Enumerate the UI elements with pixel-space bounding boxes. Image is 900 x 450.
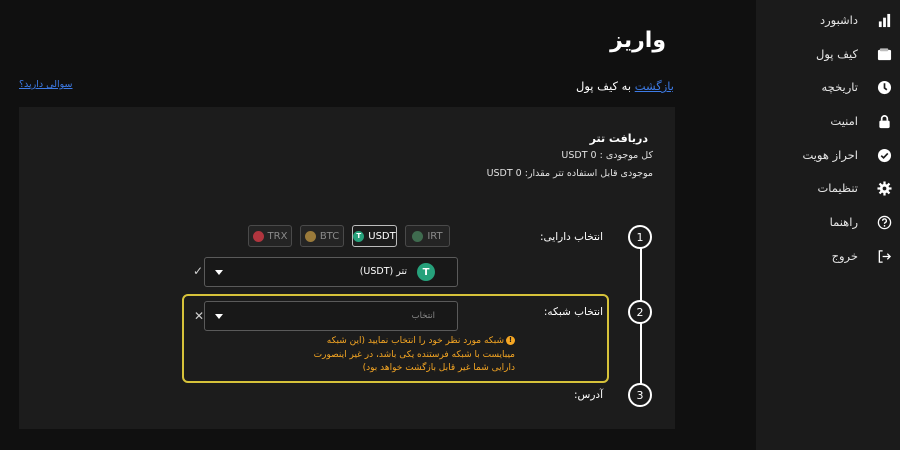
sidebar-item-label: راهنما [829, 215, 858, 229]
help-question-link[interactable]: سوالی دارید؟ [19, 79, 72, 90]
sidebar-item-label: داشبورد [819, 13, 858, 27]
lock-icon [876, 113, 892, 129]
back-link-suffix: به کیف پول [576, 79, 632, 93]
sidebar: داشبورد کیف پول تاریخچه امنیت احراز هویت… [756, 0, 900, 450]
warning-text: شبکه مورد نظر خود را انتخاب نمایید (این … [313, 336, 515, 373]
step-3-circle: 3 [628, 383, 652, 407]
chip-btc[interactable]: BTC [300, 225, 344, 247]
sidebar-item-settings[interactable]: تنظیمات [764, 175, 892, 201]
back-to-wallet: بازگشت به کیف پول [576, 79, 674, 93]
gear-icon [876, 180, 892, 196]
chevron-down-icon [215, 314, 223, 319]
asset-select[interactable]: تتر (USDT) T [204, 257, 458, 287]
chip-trx[interactable]: TRX [248, 225, 292, 247]
bar-chart-icon [876, 12, 892, 28]
back-link[interactable]: بازگشت [635, 79, 674, 93]
chip-usdt[interactable]: T USDT [352, 225, 397, 247]
sidebar-item-dashboard[interactable]: داشبورد [764, 7, 892, 33]
sidebar-item-help[interactable]: راهنما [764, 209, 892, 235]
network-select[interactable]: انتخاب [204, 301, 458, 331]
usdt-coin-icon: T [353, 230, 365, 242]
asset-select-value: تتر (USDT) [359, 266, 407, 277]
network-warning: !شبکه مورد نظر خود را انتخاب نمایید (این… [295, 335, 515, 376]
chip-label: BTC [319, 230, 340, 242]
sidebar-item-label: تنظیمات [817, 181, 858, 195]
warning-icon: ! [506, 336, 515, 345]
chip-irt[interactable]: IRT [405, 225, 450, 247]
sidebar-item-history[interactable]: تاریخچه [764, 74, 892, 100]
history-icon [876, 79, 892, 95]
btc-coin-icon [304, 230, 316, 242]
close-icon[interactable]: ✕ [194, 309, 204, 323]
chip-label: IRT [427, 230, 443, 242]
verified-check-icon [876, 147, 892, 163]
wallet-icon [876, 46, 892, 62]
sidebar-item-label: امنیت [830, 114, 858, 128]
page-title: واریز [610, 28, 666, 53]
sidebar-item-wallet[interactable]: کیف پول [764, 41, 892, 67]
sidebar-item-logout[interactable]: خروج [764, 243, 892, 269]
check-icon: ✓ [193, 264, 204, 278]
total-balance: کل موجودی : USDT 0 [561, 150, 653, 161]
network-select-placeholder: انتخاب [411, 311, 435, 321]
sidebar-item-verification[interactable]: احراز هویت [764, 142, 892, 168]
usable-balance: موجودی قابل استفاده تتر مقدار: USDT 0 [486, 168, 653, 179]
deposit-panel: دریافت تتر کل موجودی : USDT 0 موجودی قاب… [19, 107, 675, 429]
sidebar-item-label: احراز هویت [802, 148, 858, 162]
sidebar-item-label: خروج [831, 249, 858, 263]
trx-coin-icon [252, 230, 264, 242]
help-icon [876, 214, 892, 230]
sidebar-item-label: کیف پول [815, 47, 858, 61]
step-1-label: انتخاب دارایی: [540, 231, 603, 243]
sidebar-item-label: تاریخچه [821, 80, 858, 94]
chevron-down-icon [215, 270, 223, 275]
step-2-circle: 2 [628, 300, 652, 324]
step-3-label: آدرس: [573, 389, 603, 401]
step-1-circle: 1 [628, 225, 652, 249]
irt-coin-icon [412, 230, 424, 242]
logout-icon [876, 248, 892, 264]
sidebar-item-security[interactable]: امنیت [764, 108, 892, 134]
asset-title: دریافت تتر [589, 132, 648, 145]
chip-label: TRX [267, 230, 288, 242]
tether-logo-icon: T [417, 263, 435, 281]
chip-label: USDT [368, 230, 396, 242]
